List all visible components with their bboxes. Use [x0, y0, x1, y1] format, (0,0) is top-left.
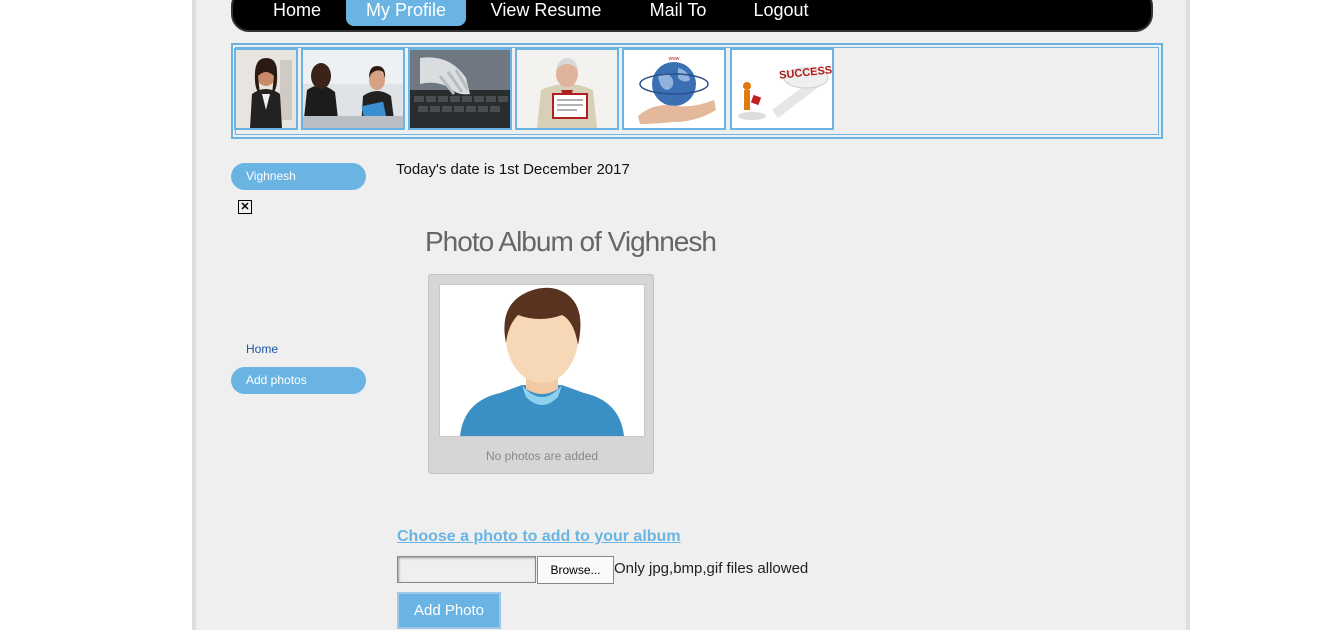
nav-view-resume[interactable]: View Resume: [485, 0, 607, 26]
banner-image-typing-hands: [408, 48, 512, 130]
photo-frame: No photos are added: [428, 274, 654, 474]
browse-button[interactable]: Browse...: [537, 556, 614, 584]
nav-logout[interactable]: Logout: [741, 0, 821, 26]
choose-photo-link[interactable]: Choose a photo to add to your album: [397, 528, 681, 546]
nav-my-profile[interactable]: My Profile: [346, 0, 466, 26]
no-photos-message: No photos are added: [485, 449, 599, 463]
broken-image-icon: ✕: [238, 200, 252, 214]
add-photo-button[interactable]: Add Photo: [397, 592, 501, 629]
file-types-hint: Only jpg,bmp,gif files allowed: [614, 560, 809, 577]
todays-date: Today's date is 1st December 2017: [396, 161, 630, 178]
sidebar-add-photos[interactable]: Add photos: [231, 367, 366, 394]
banner-image-businesswoman: [234, 48, 298, 130]
banner-image-man-with-certificate: [515, 48, 619, 130]
svg-text:www: www: [669, 56, 680, 62]
banner-image-success: SUCCESS: [730, 48, 834, 130]
sidebar-user-name[interactable]: Vighnesh: [231, 163, 366, 190]
banner-image-interview: [301, 48, 405, 130]
nav-mail-to[interactable]: Mail To: [636, 0, 720, 26]
nav-home[interactable]: Home: [257, 0, 337, 26]
banner-image-globe-in-hand: www: [622, 48, 726, 130]
default-avatar-image: [439, 284, 645, 437]
image-banner: www SUCCESS: [231, 43, 1163, 139]
main-nav: Home My Profile View Resume Mail To Logo…: [231, 0, 1153, 32]
sidebar-home-link[interactable]: Home: [246, 342, 278, 356]
album-title: Photo Album of Vighnesh: [425, 226, 717, 257]
file-path-input[interactable]: [397, 556, 536, 583]
